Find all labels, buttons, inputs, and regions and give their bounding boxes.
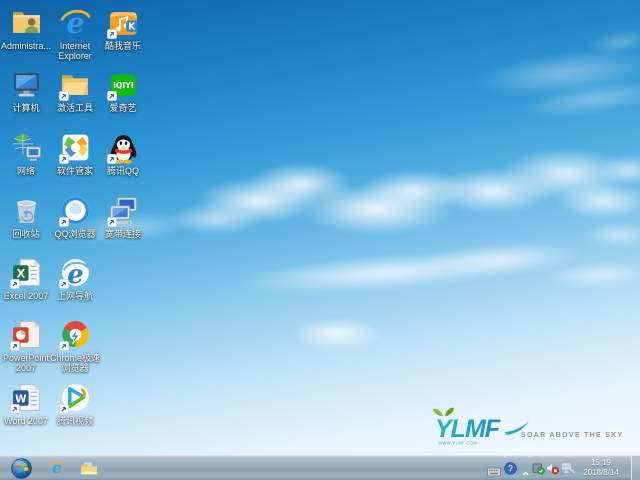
cloud bbox=[419, 238, 586, 280]
desktop: YLMF SOAR ABOVE THE SKY WWW.YLMF.COM Adm… bbox=[0, 0, 640, 480]
cloud bbox=[583, 222, 640, 248]
help-tray-icon[interactable]: ? bbox=[504, 462, 517, 480]
shortcut-arrow-icon bbox=[9, 404, 20, 414]
cloud bbox=[292, 318, 382, 350]
desktop-icon-tencent-video[interactable]: 腾讯视频 bbox=[46, 381, 104, 426]
icon-label: 爱奇艺 bbox=[109, 103, 137, 113]
cloud bbox=[468, 42, 640, 104]
qq-browser-icon bbox=[58, 194, 92, 227]
web-navigation-icon: e bbox=[58, 256, 92, 289]
shortcut-arrow-icon bbox=[58, 404, 69, 414]
svg-text:?: ? bbox=[508, 464, 514, 474]
activation-tools-icon bbox=[58, 68, 92, 101]
security-tray-icon[interactable] bbox=[532, 462, 545, 480]
shortcut-arrow-icon bbox=[58, 154, 69, 164]
svg-text:K: K bbox=[128, 21, 136, 32]
shortcut-arrow-icon bbox=[9, 341, 20, 351]
internet-explorer-icon: e bbox=[49, 459, 66, 477]
cloud bbox=[248, 163, 353, 205]
desktop-icon-kuwo-music[interactable]: K 酷我音乐 bbox=[94, 6, 152, 51]
taskbar: e ? 15:19 2018/8/14 bbox=[0, 455, 640, 480]
shortcut-arrow-icon bbox=[9, 279, 20, 289]
cloud bbox=[430, 168, 555, 214]
windows-start-icon bbox=[10, 457, 32, 479]
iqiyi-icon: iQIYI bbox=[106, 68, 140, 101]
brand-tagline: SOAR ABOVE THE SKY bbox=[521, 432, 624, 439]
shortcut-arrow-icon bbox=[58, 91, 69, 101]
chrome-speed-browser-icon bbox=[58, 318, 92, 351]
brand-url: WWW.YLMF.COM bbox=[438, 441, 478, 447]
internet-explorer-task-button[interactable]: e bbox=[44, 456, 70, 480]
shortcut-arrow-icon bbox=[58, 279, 69, 289]
powerpoint-2007-icon bbox=[9, 318, 43, 351]
broadband-connection-icon bbox=[106, 194, 140, 227]
clock-date: 2018/8/14 bbox=[583, 468, 619, 477]
icon-label: Chrome极速 浏览器 bbox=[49, 353, 100, 373]
cloud bbox=[360, 170, 470, 210]
icon-label: 腾讯QQ bbox=[106, 166, 139, 176]
shortcut-arrow-icon bbox=[106, 217, 117, 227]
software-manager-icon bbox=[58, 131, 92, 164]
word-2007-icon: W bbox=[9, 381, 43, 414]
show-desktop-button[interactable] bbox=[631, 456, 640, 480]
windows-explorer-task-button[interactable] bbox=[76, 456, 102, 480]
recycle-bin-icon bbox=[10, 194, 43, 227]
cloud bbox=[583, 24, 640, 60]
cloud bbox=[234, 244, 536, 302]
desktop-icon-broadband-connection[interactable]: 宽带连接 bbox=[94, 194, 152, 239]
wallpaper-watermark: YLMF SOAR ABOVE THE SKY WWW.YLMF.COM bbox=[433, 407, 638, 449]
administrator-folder-icon bbox=[10, 6, 43, 39]
shortcut-arrow-icon bbox=[58, 217, 69, 227]
folder-explorer-icon bbox=[81, 461, 97, 475]
svg-text:iQIYI: iQIYI bbox=[113, 81, 134, 90]
input-method-keyboard-icon[interactable] bbox=[487, 464, 501, 480]
brand-text: YLMF bbox=[435, 415, 501, 443]
clock-time: 15:19 bbox=[590, 458, 612, 467]
cloud bbox=[300, 183, 455, 235]
excel-2007-icon: X bbox=[9, 256, 43, 289]
tencent-qq-icon bbox=[106, 131, 140, 164]
icon-label: 腾讯视频 bbox=[56, 416, 93, 426]
network-icon bbox=[10, 131, 43, 164]
show-hidden-icons-button[interactable] bbox=[521, 465, 530, 480]
computer-icon bbox=[10, 68, 43, 101]
icon-label: 宽带连接 bbox=[104, 229, 141, 239]
cloud bbox=[196, 178, 321, 224]
shortcut-arrow-icon bbox=[58, 341, 69, 351]
tencent-video-icon bbox=[58, 381, 92, 414]
volume-muted-tray-icon[interactable] bbox=[546, 462, 559, 480]
shortcut-arrow-icon bbox=[106, 29, 117, 39]
icon-label: 酷我音乐 bbox=[104, 41, 141, 51]
internet-explorer-icon: e bbox=[59, 6, 92, 39]
shortcut-arrow-icon bbox=[106, 91, 117, 101]
tray-clock[interactable]: 15:19 2018/8/14 bbox=[575, 458, 627, 478]
icon-label: 上网导航 bbox=[56, 291, 93, 301]
cloud bbox=[518, 73, 640, 125]
shortcut-arrow-icon bbox=[106, 154, 117, 164]
network-tray-icon[interactable] bbox=[561, 462, 575, 480]
cloud bbox=[498, 148, 633, 200]
desktop-icon-web-navigation[interactable]: e 上网导航 bbox=[46, 256, 104, 301]
desktop-icon-iqiyi[interactable]: iQIYI 爱奇艺 bbox=[94, 68, 152, 113]
cloud bbox=[600, 155, 640, 185]
cloud bbox=[544, 259, 640, 291]
desktop-icon-grid: Administra... e Internet Explorer K 酷我音乐 计算机激… bbox=[0, 0, 200, 450]
kuwo-music-icon: K bbox=[106, 6, 140, 39]
start-button[interactable] bbox=[6, 456, 36, 480]
desktop-icon-tencent-qq[interactable]: 腾讯QQ bbox=[94, 131, 152, 176]
cloud bbox=[556, 183, 640, 219]
desktop-icon-chrome-speed-browser[interactable]: Chrome极速 浏览器 bbox=[46, 318, 104, 373]
